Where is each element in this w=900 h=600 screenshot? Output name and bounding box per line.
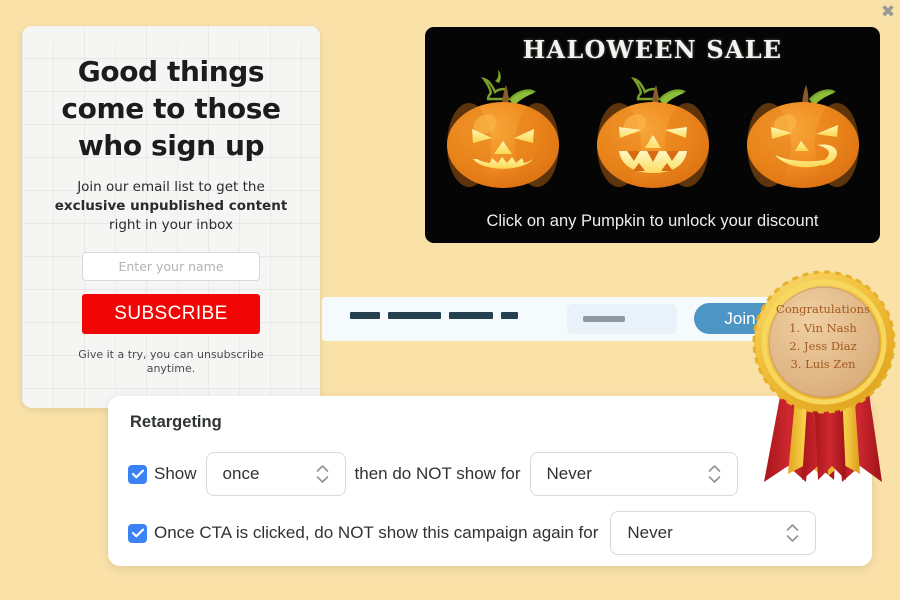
- pumpkin-smirk-icon[interactable]: [739, 67, 867, 193]
- join-bar-email-input[interactable]: [567, 304, 677, 334]
- chevron-updown-icon: [316, 465, 329, 484]
- suppress-duration-value-2: Never: [627, 523, 673, 542]
- signup-subtext-line-2: exclusive unpublished content: [54, 198, 288, 215]
- name-input[interactable]: [82, 252, 260, 282]
- pumpkin-angry-icon[interactable]: [439, 67, 567, 193]
- check-icon: [131, 528, 144, 538]
- retargeting-row-show-frequency: Show once then do NOT show for Never: [128, 452, 747, 496]
- join-bar: Join: [322, 297, 790, 341]
- retargeting-title: Retargeting: [130, 413, 222, 431]
- frequency-select-value: once: [222, 464, 260, 483]
- join-bar-skeleton-text: [350, 312, 518, 319]
- then-do-not-show-label: then do NOT show for: [354, 464, 521, 483]
- retargeting-row-cta-clicked: Once CTA is clicked, do NOT show this ca…: [128, 511, 825, 555]
- signup-subtext-line-3: right in your inbox: [109, 217, 233, 234]
- award-badge: Congratulations 1. Vin Nash 2. Jess Diaz…: [752, 268, 898, 498]
- skeleton-dash: [501, 312, 518, 319]
- halloween-banner-cta: Click on any Pumpkin to unlock your disc…: [486, 212, 819, 230]
- signup-subtext-line-1: Join our email list to get the: [77, 178, 265, 195]
- skeleton-dash: [388, 312, 441, 319]
- suppress-duration-select-2[interactable]: Never: [610, 511, 817, 555]
- close-icon[interactable]: ✖: [878, 2, 898, 22]
- frequency-select[interactable]: once: [205, 452, 346, 496]
- show-label: Show: [154, 464, 197, 483]
- cta-clicked-checkbox[interactable]: [128, 523, 147, 543]
- suppress-duration-select-1[interactable]: Never: [529, 452, 738, 496]
- signup-footnote: Give it a try, you can unsubscribe anyti…: [78, 348, 264, 376]
- signup-subtext: Join our email list to get the exclusive…: [42, 178, 300, 235]
- chevron-updown-icon: [786, 524, 799, 543]
- chevron-updown-icon: [708, 465, 721, 484]
- halloween-banner-title: HALOWEEN SALE: [522, 35, 783, 64]
- skeleton-dash: [350, 312, 380, 319]
- subscribe-button[interactable]: SUBSCRIBE: [82, 294, 260, 335]
- pumpkin-row: [425, 63, 880, 193]
- suppress-duration-value-1: Never: [546, 464, 592, 483]
- cta-clicked-label: Once CTA is clicked, do NOT show this ca…: [154, 523, 599, 542]
- signup-popup: Good things come to those who sign up Jo…: [22, 26, 320, 408]
- halloween-sale-banner: HALOWEEN SALE Click on any Pumpkin to un…: [425, 27, 880, 243]
- input-placeholder-dash: [583, 316, 625, 322]
- pumpkin-fanged-icon[interactable]: [589, 67, 717, 193]
- medal: [752, 270, 896, 414]
- check-icon: [131, 469, 144, 479]
- skeleton-dash: [449, 312, 493, 319]
- show-frequency-checkbox[interactable]: [128, 464, 147, 484]
- page-title: Good things come to those who sign up: [61, 55, 281, 162]
